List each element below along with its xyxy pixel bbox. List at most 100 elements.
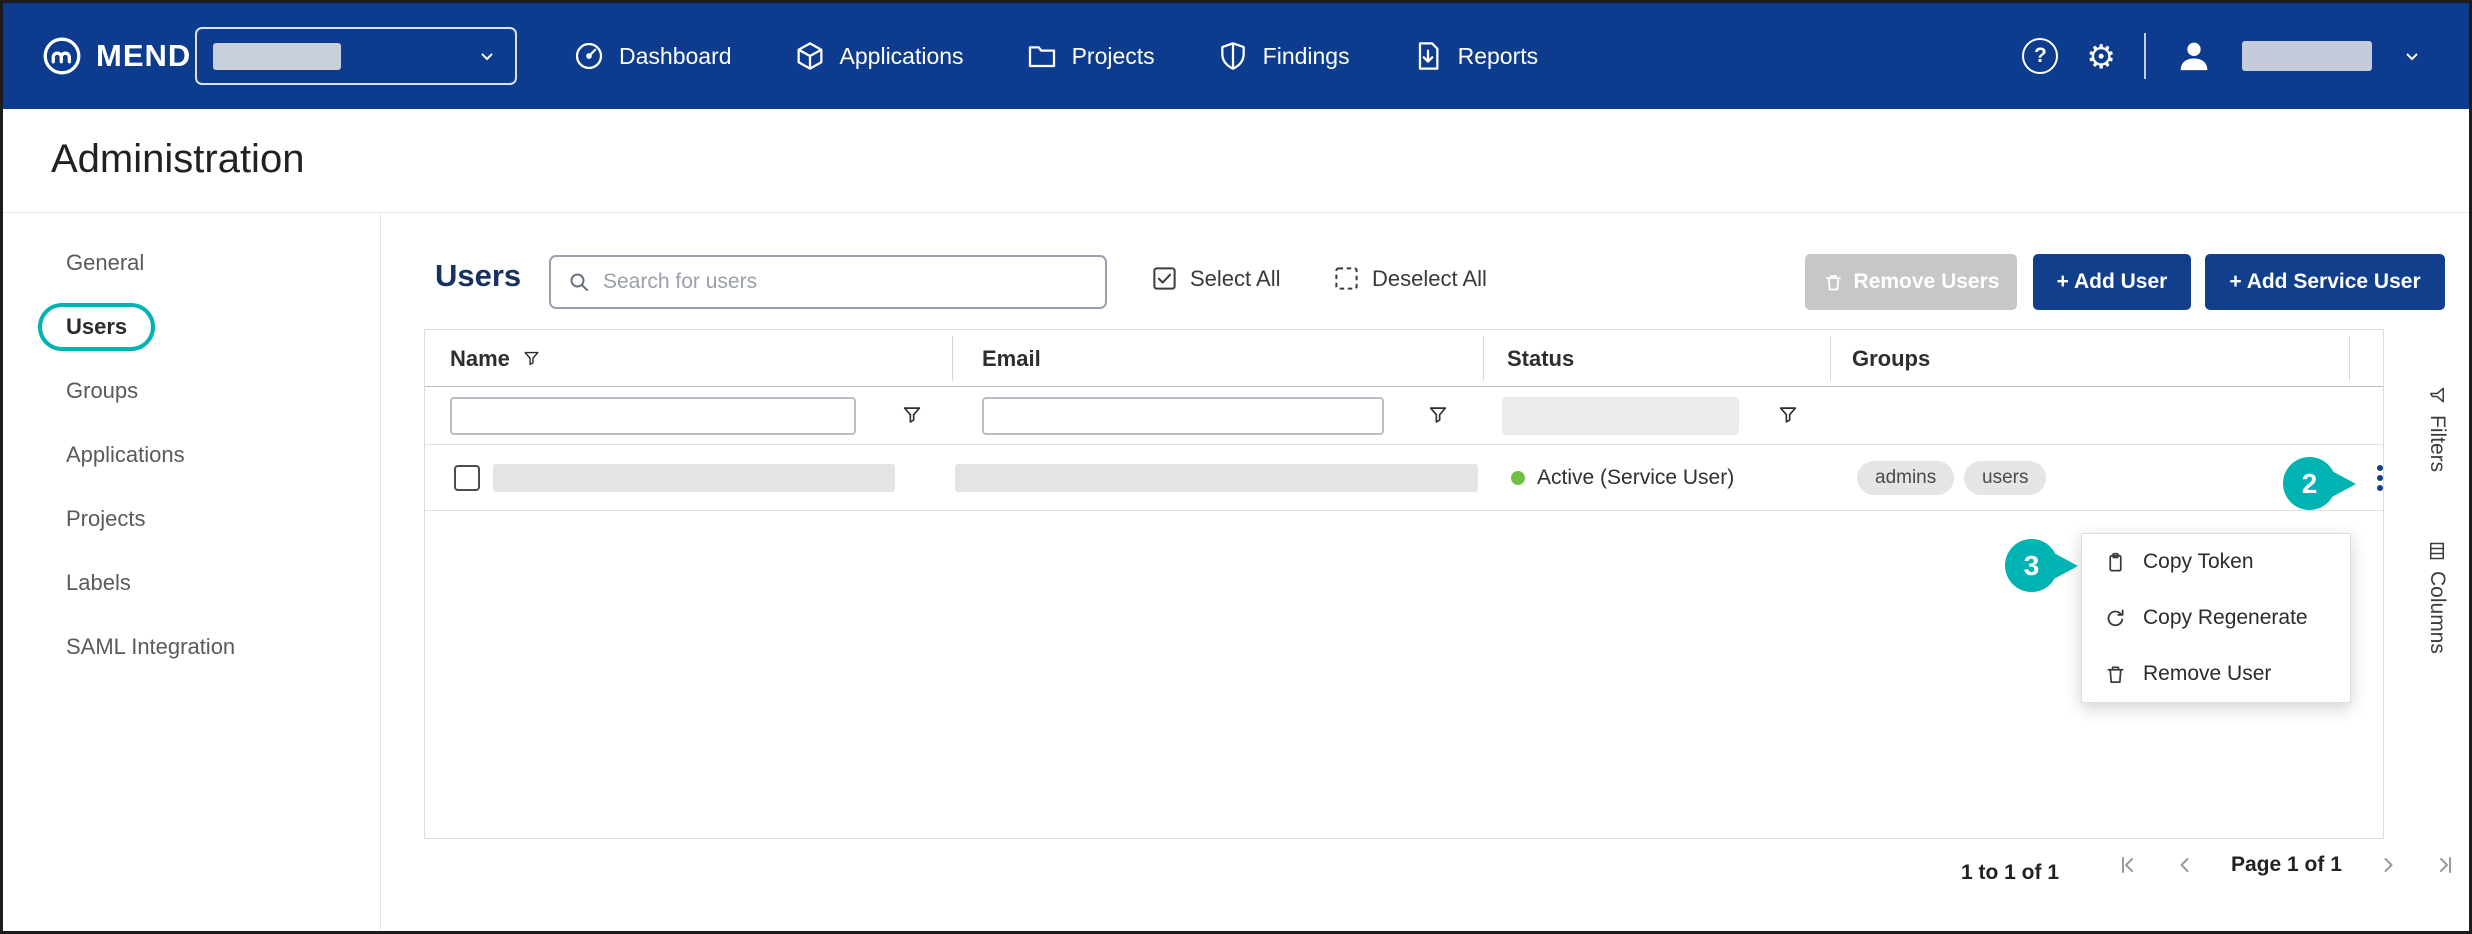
columns-panel-tab[interactable]: Columns — [2425, 541, 2449, 654]
folder-icon — [1026, 40, 1058, 72]
add-user-label: + Add User — [2057, 270, 2168, 294]
menu-item-label: Copy Token — [2143, 550, 2254, 574]
status-text: Active (Service User) — [1537, 466, 1734, 490]
column-label: Name — [450, 346, 510, 372]
group-chip: admins — [1857, 461, 1954, 495]
dashboard-icon — [573, 40, 605, 72]
redacted-username — [2242, 41, 2372, 71]
email-filter-input[interactable] — [982, 397, 1384, 435]
add-service-user-label: + Add Service User — [2229, 270, 2420, 294]
search-input[interactable] — [603, 270, 1089, 294]
refresh-icon — [2104, 607, 2127, 630]
columns-tab-label: Columns — [2425, 571, 2449, 654]
row-actions-menu: Copy Token Copy Regenerate Remove User — [2081, 533, 2351, 703]
gear-icon[interactable]: ⚙ — [2086, 40, 2116, 73]
table-filter-row — [425, 387, 2383, 445]
deselect-all-button[interactable]: Deselect All — [1333, 265, 1487, 292]
redacted-email — [955, 464, 1478, 492]
sidebar-item-label: General — [66, 250, 144, 276]
prev-page-icon — [2173, 853, 2197, 877]
sidebar-item-general[interactable]: General — [3, 231, 380, 295]
column-divider — [2349, 336, 2350, 381]
table-header: Name Email Status Groups — [425, 330, 2383, 387]
row-actions-kebab-icon[interactable] — [2368, 459, 2392, 497]
clipboard-icon — [2104, 551, 2127, 574]
sidebar-item-label: SAML Integration — [66, 634, 235, 660]
nav-item-projects[interactable]: Projects — [1026, 40, 1155, 72]
menu-item-label: Remove User — [2143, 662, 2271, 686]
mend-logo[interactable]: MEND — [41, 3, 191, 109]
callout-arrow — [2052, 552, 2078, 580]
callout-step-3: 3 — [2005, 539, 2058, 592]
column-divider — [1483, 336, 1484, 381]
filter-funnel-icon[interactable] — [522, 349, 541, 368]
table-row: Active (Service User) admins users — [425, 445, 2383, 511]
pagination-page-text: Page 1 of 1 — [2231, 853, 2342, 877]
nav-item-reports[interactable]: Reports — [1412, 40, 1539, 72]
users-highlight-oval: Users — [38, 303, 155, 351]
select-all-button[interactable]: Select All — [1151, 265, 1281, 292]
nav-label: Projects — [1072, 43, 1155, 70]
search-icon — [567, 270, 591, 294]
divider — [2144, 33, 2146, 79]
admin-sidebar: General Users Groups Applications Projec… — [3, 213, 381, 931]
menu-item-remove-user[interactable]: Remove User — [2082, 646, 2350, 702]
nav-item-findings[interactable]: Findings — [1217, 40, 1350, 72]
nav-label: Applications — [840, 43, 964, 70]
column-header-groups: Groups — [1852, 330, 1930, 387]
remove-users-button: Remove Users — [1805, 254, 2017, 310]
group-chip: users — [1964, 461, 2046, 495]
brand-text: MEND — [96, 38, 191, 74]
sidebar-item-label: Groups — [66, 378, 138, 404]
sidebar-item-label: Projects — [66, 506, 145, 532]
chevron-down-icon[interactable] — [2400, 44, 2424, 68]
column-header-name: Name — [450, 330, 541, 387]
nav-item-dashboard[interactable]: Dashboard — [573, 40, 732, 72]
sidebar-item-groups[interactable]: Groups — [3, 359, 380, 423]
column-header-email: Email — [982, 330, 1041, 387]
column-label: Status — [1507, 346, 1574, 372]
add-service-user-button[interactable]: + Add Service User — [2205, 254, 2445, 310]
trash-icon — [1823, 272, 1844, 293]
last-page-icon — [2434, 853, 2458, 877]
columns-icon — [2427, 541, 2447, 561]
menu-item-copy-token[interactable]: Copy Token — [2082, 534, 2350, 590]
sidebar-item-users[interactable]: Users — [3, 295, 380, 359]
mend-logo-icon — [41, 35, 83, 77]
sidebar-item-label: Labels — [66, 570, 131, 596]
navbar-right-cluster: ? ⚙ — [2022, 3, 2424, 109]
filters-panel-tab[interactable]: Filters — [2425, 385, 2449, 472]
nav-label: Findings — [1263, 43, 1350, 70]
sidebar-item-saml-integration[interactable]: SAML Integration — [3, 615, 380, 679]
sidebar-item-applications[interactable]: Applications — [3, 423, 380, 487]
users-search-box — [549, 255, 1107, 309]
name-filter-funnel-icon[interactable] — [901, 404, 923, 426]
row-checkbox[interactable] — [454, 465, 480, 491]
top-navbar: MEND Dashboard — [3, 3, 2469, 109]
sidebar-item-labels[interactable]: Labels — [3, 551, 380, 615]
callout-number: 2 — [2283, 457, 2336, 510]
email-filter-funnel-icon[interactable] — [1427, 404, 1449, 426]
nav-item-applications[interactable]: Applications — [794, 40, 964, 72]
callout-arrow — [2330, 470, 2356, 498]
name-filter-input[interactable] — [450, 397, 856, 435]
sidebar-item-projects[interactable]: Projects — [3, 487, 380, 551]
mend-admin-page: MEND Dashboard — [0, 0, 2472, 934]
sidebar-item-label: Users — [66, 314, 127, 340]
callout-number: 3 — [2005, 539, 2058, 592]
column-divider — [952, 336, 953, 381]
sidebar-item-label: Applications — [66, 442, 185, 468]
main-nav: Dashboard Applications Projects — [573, 3, 1538, 109]
trash-icon — [2104, 663, 2127, 686]
user-avatar-icon[interactable] — [2174, 36, 2214, 76]
dashed-square-icon — [1333, 265, 1360, 292]
first-page-icon — [2115, 853, 2139, 877]
users-section-title: Users — [435, 258, 521, 294]
help-icon[interactable]: ? — [2022, 38, 2058, 74]
status-filter-funnel-icon[interactable] — [1777, 404, 1799, 426]
next-page-icon — [2376, 853, 2400, 877]
add-user-button[interactable]: + Add User — [2033, 254, 2191, 310]
organization-selector[interactable] — [195, 27, 517, 85]
menu-item-copy-regenerate[interactable]: Copy Regenerate — [2082, 590, 2350, 646]
report-icon — [1412, 40, 1444, 72]
